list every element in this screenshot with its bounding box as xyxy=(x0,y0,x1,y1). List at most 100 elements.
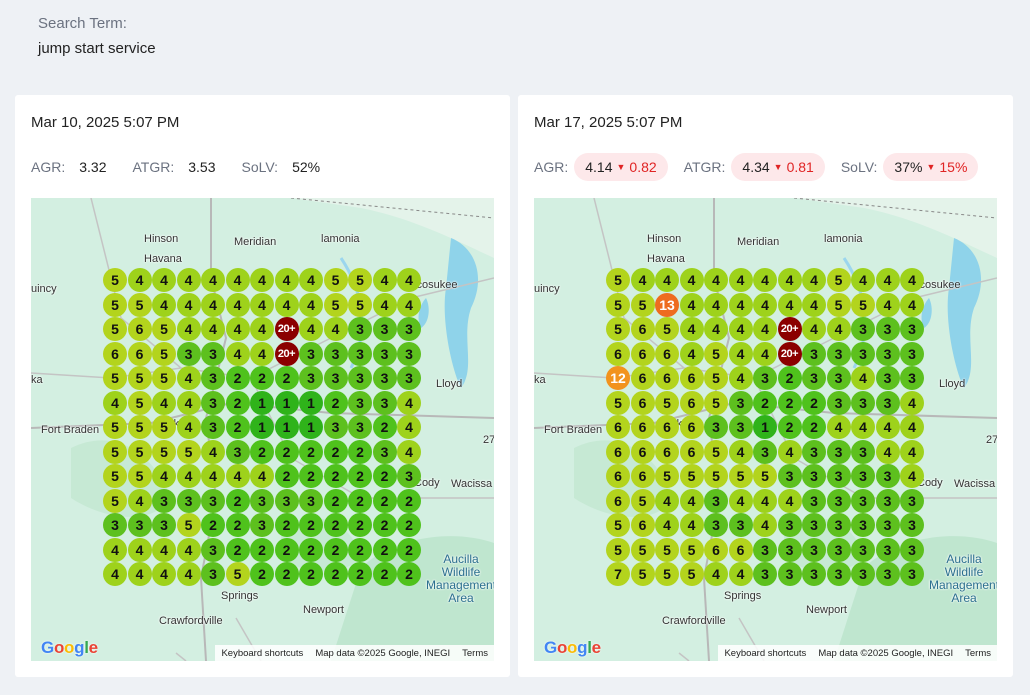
rank-pin[interactable]: 4 xyxy=(728,562,753,586)
rank-pin[interactable]: 3 xyxy=(900,317,924,341)
rank-pin[interactable]: 4 xyxy=(875,439,900,464)
rank-pin[interactable]: 5 xyxy=(323,292,348,317)
rank-pin[interactable]: 3 xyxy=(728,415,753,439)
keyboard-shortcuts-link[interactable]: Keyboard shortcuts xyxy=(215,648,309,659)
keyboard-shortcuts-link[interactable]: Keyboard shortcuts xyxy=(718,648,812,659)
rank-pin[interactable]: 20+ xyxy=(777,317,802,341)
rank-pin[interactable]: 3 xyxy=(875,513,900,537)
rank-pin[interactable]: 5 xyxy=(152,366,176,390)
rank-pin[interactable]: 5 xyxy=(606,390,630,415)
rank-pin[interactable]: 3 xyxy=(802,513,826,537)
terms-link[interactable]: Terms xyxy=(456,648,494,659)
rank-pin[interactable]: 2 xyxy=(777,366,802,390)
rank-pin[interactable]: 3 xyxy=(851,390,875,415)
rank-pin[interactable]: 4 xyxy=(201,464,225,488)
rank-pin[interactable]: 4 xyxy=(250,464,274,488)
rank-pin[interactable]: 3 xyxy=(900,366,924,390)
rank-pin[interactable]: 2 xyxy=(250,366,274,390)
rank-pin[interactable]: 4 xyxy=(802,317,826,341)
rank-pin[interactable]: 3 xyxy=(323,415,348,439)
rank-pin[interactable]: 4 xyxy=(679,513,704,537)
rank-pin[interactable]: 3 xyxy=(826,439,851,464)
rank-pin[interactable]: 6 xyxy=(630,513,655,537)
rank-pin[interactable]: 4 xyxy=(176,415,201,439)
rank-pin[interactable]: 5 xyxy=(103,439,127,464)
rank-pin[interactable]: 3 xyxy=(201,562,225,586)
rank-pin[interactable]: 4 xyxy=(900,415,924,439)
rank-pin[interactable]: 3 xyxy=(802,341,826,366)
rank-pin[interactable]: 4 xyxy=(225,268,250,292)
rank-pin[interactable]: 4 xyxy=(875,268,900,292)
rank-pin[interactable]: 2 xyxy=(323,537,348,562)
rank-pin[interactable]: 2 xyxy=(348,464,372,488)
rank-pin[interactable]: 3 xyxy=(851,464,875,488)
rank-pin[interactable]: 6 xyxy=(704,537,728,562)
rank-pin[interactable]: 3 xyxy=(900,513,924,537)
rank-pin[interactable]: 3 xyxy=(201,537,225,562)
rank-pin[interactable]: 20+ xyxy=(777,341,802,366)
rank-pin[interactable]: 2 xyxy=(250,439,274,464)
rank-pin[interactable]: 4 xyxy=(176,292,201,317)
rank-pin[interactable]: 3 xyxy=(397,341,421,366)
rank-pin[interactable]: 3 xyxy=(851,317,875,341)
rank-pin[interactable]: 4 xyxy=(201,317,225,341)
rank-pin[interactable]: 3 xyxy=(753,439,777,464)
rank-pin[interactable]: 3 xyxy=(753,562,777,586)
rank-pin[interactable]: 5 xyxy=(152,439,176,464)
rank-pin[interactable]: 2 xyxy=(777,390,802,415)
rank-pin[interactable]: 3 xyxy=(826,464,851,488)
rank-pin[interactable]: 5 xyxy=(704,439,728,464)
rank-pin[interactable]: 5 xyxy=(679,562,704,586)
rank-pin[interactable]: 4 xyxy=(299,317,323,341)
rank-pin[interactable]: 2 xyxy=(323,464,348,488)
rank-pin[interactable]: 2 xyxy=(225,415,250,439)
rank-pin[interactable]: 2 xyxy=(802,390,826,415)
rank-pin[interactable]: 2 xyxy=(777,415,802,439)
rank-pin[interactable]: 5 xyxy=(152,341,176,366)
rank-pin[interactable]: 4 xyxy=(777,268,802,292)
rank-pin[interactable]: 6 xyxy=(630,390,655,415)
rank-pin[interactable]: 5 xyxy=(630,292,655,317)
rank-pin[interactable]: 5 xyxy=(606,513,630,537)
rank-pin[interactable]: 5 xyxy=(348,292,372,317)
rank-pin[interactable]: 4 xyxy=(753,292,777,317)
rank-pin[interactable]: 2 xyxy=(348,439,372,464)
rank-pin[interactable]: 3 xyxy=(152,488,176,513)
rank-pin[interactable]: 4 xyxy=(250,292,274,317)
rank-pin[interactable]: 3 xyxy=(900,562,924,586)
rank-pin[interactable]: 4 xyxy=(679,268,704,292)
rank-pin[interactable]: 3 xyxy=(802,488,826,513)
rank-pin[interactable]: 4 xyxy=(753,268,777,292)
rank-pin[interactable]: 4 xyxy=(274,268,299,292)
rank-pin[interactable]: 4 xyxy=(250,341,274,366)
rank-pin[interactable]: 4 xyxy=(900,292,924,317)
rank-pin[interactable]: 3 xyxy=(777,537,802,562)
rank-pin[interactable]: 4 xyxy=(802,268,826,292)
rank-pin[interactable]: 4 xyxy=(176,268,201,292)
rank-pin[interactable]: 4 xyxy=(103,390,127,415)
rank-pin[interactable]: 2 xyxy=(372,488,397,513)
rank-pin[interactable]: 2 xyxy=(397,488,421,513)
rank-pin[interactable]: 3 xyxy=(802,464,826,488)
rank-pin[interactable]: 2 xyxy=(250,562,274,586)
rank-pin[interactable]: 4 xyxy=(655,488,679,513)
rank-pin[interactable]: 2 xyxy=(323,562,348,586)
rank-pin[interactable]: 5 xyxy=(103,268,127,292)
rank-pin[interactable]: 3 xyxy=(728,390,753,415)
rank-pin[interactable]: 2 xyxy=(299,562,323,586)
rank-pin[interactable]: 4 xyxy=(323,317,348,341)
rank-grid-map[interactable]: Hinson Havana Meridian lamonia ccosukee uincy… xyxy=(31,198,494,661)
rank-pin[interactable]: 3 xyxy=(777,464,802,488)
rank-pin[interactable]: 2 xyxy=(274,464,299,488)
rank-pin[interactable]: 2 xyxy=(225,366,250,390)
rank-pin[interactable]: 3 xyxy=(802,562,826,586)
rank-pin[interactable]: 2 xyxy=(397,537,421,562)
rank-pin[interactable]: 3 xyxy=(802,366,826,390)
rank-pin[interactable]: 5 xyxy=(704,366,728,390)
rank-pin[interactable]: 2 xyxy=(274,366,299,390)
rank-pin[interactable]: 3 xyxy=(201,341,225,366)
rank-pin[interactable]: 4 xyxy=(753,317,777,341)
rank-pin[interactable]: 3 xyxy=(152,513,176,537)
rank-pin[interactable]: 2 xyxy=(323,488,348,513)
rank-pin[interactable]: 2 xyxy=(753,390,777,415)
